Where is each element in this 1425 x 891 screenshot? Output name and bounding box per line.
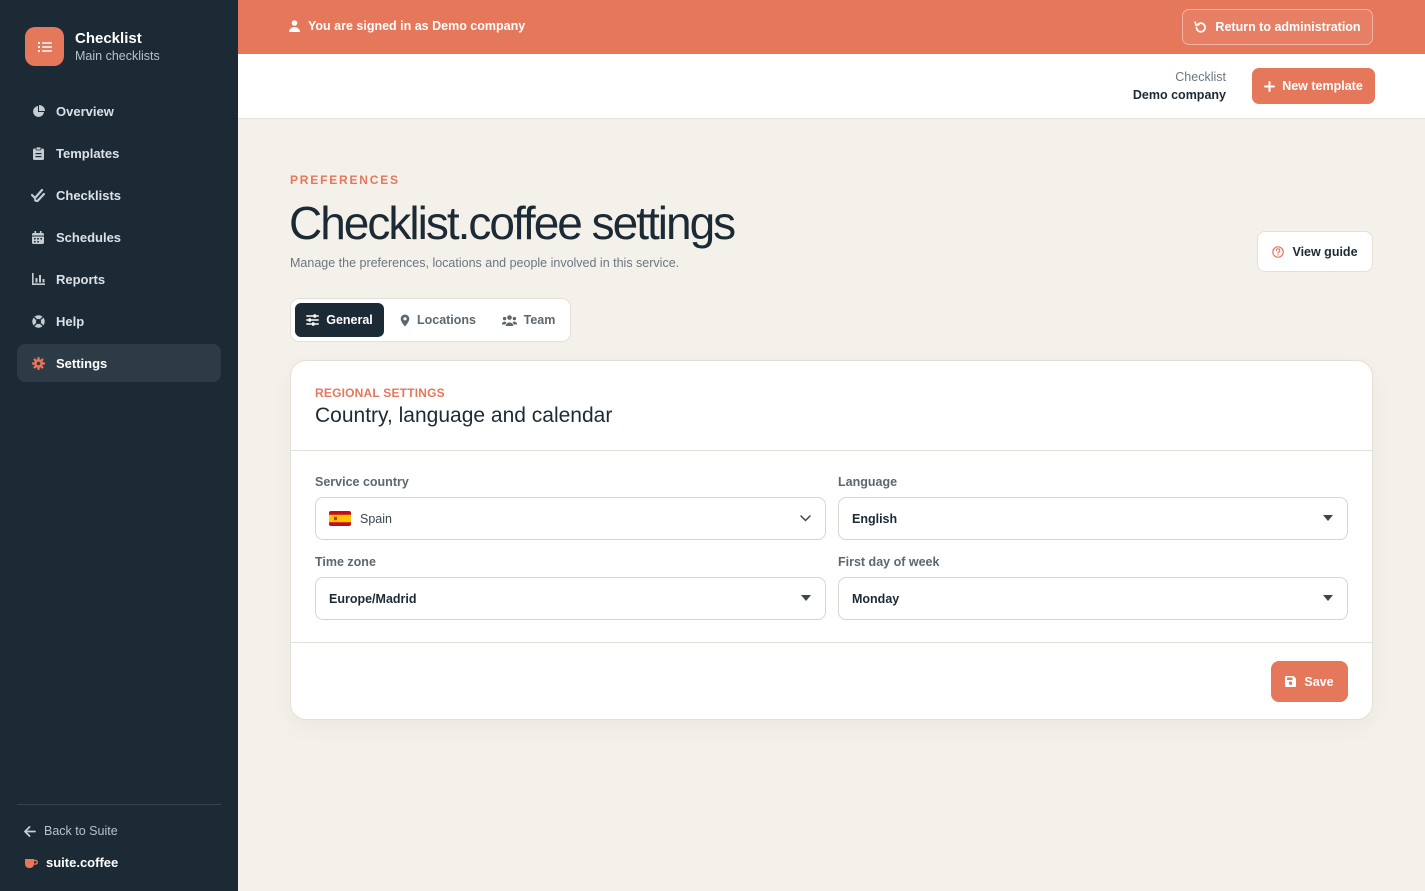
sidebar-item-checklists[interactable]: Checklists <box>17 176 221 214</box>
sidebar-item-help[interactable]: Help <box>17 302 221 340</box>
list-icon <box>25 27 64 66</box>
caret-down-icon <box>1323 595 1333 601</box>
bar-chart-icon <box>31 272 45 286</box>
coffee-cup-icon <box>25 858 38 868</box>
map-pin-icon <box>400 314 410 326</box>
tab-label: Team <box>523 313 556 327</box>
save-label: Save <box>1304 674 1334 689</box>
impersonation-banner: You are signed in as Demo company Return… <box>238 0 1425 54</box>
suite-brand-label: suite.coffee <box>46 855 119 870</box>
top-header: Checklist Demo company New template <box>238 54 1425 119</box>
undo-icon <box>1194 20 1207 33</box>
regional-settings-card: REGIONAL SETTINGS Country, language and … <box>290 360 1373 720</box>
first-day-select[interactable]: Monday <box>838 577 1348 620</box>
card-title: Country, language and calendar <box>315 404 613 427</box>
banner-text: You are signed in as Demo company <box>308 19 526 33</box>
sidebar-item-label: Reports <box>56 271 106 287</box>
sidebar-item-settings[interactable]: Settings <box>17 344 221 382</box>
tab-label: General <box>326 313 373 327</box>
clipboard-icon <box>31 146 45 160</box>
sidebar-item-templates[interactable]: Templates <box>17 134 221 172</box>
sidebar-item-label: Templates <box>56 145 120 161</box>
context-company: Demo company <box>1132 88 1226 102</box>
floppy-disk-icon <box>1285 676 1297 687</box>
plus-icon <box>1264 80 1276 92</box>
page-title: Checklist.coffee settings <box>289 197 736 249</box>
tab-locations[interactable]: Locations <box>387 303 489 337</box>
sidebar-item-overview[interactable]: Overview <box>17 92 221 130</box>
tab-general[interactable]: General <box>295 303 384 337</box>
time-zone-value: Europe/Madrid <box>329 591 417 606</box>
time-zone-label: Time zone <box>315 555 376 569</box>
time-zone-select[interactable]: Europe/Madrid <box>315 577 826 620</box>
sidebar-divider <box>17 804 221 805</box>
service-country-label: Service country <box>315 475 409 489</box>
calendar-icon <box>31 230 45 244</box>
arrow-left-icon <box>24 825 36 837</box>
caret-down-icon <box>801 595 811 601</box>
view-guide-label: View guide <box>1292 244 1358 259</box>
card-eyebrow: REGIONAL SETTINGS <box>315 386 445 400</box>
card-header: REGIONAL SETTINGS Country, language and … <box>291 361 1372 451</box>
caret-down-icon <box>1323 515 1333 521</box>
question-circle-icon <box>1272 245 1285 258</box>
banner-message: You are signed in as Demo company <box>289 19 525 33</box>
chevron-down-icon <box>800 515 811 522</box>
tab-team[interactable]: Team <box>492 303 565 337</box>
life-ring-icon <box>31 314 45 328</box>
context-switcher[interactable]: Checklist Demo company <box>1133 69 1226 104</box>
tab-label: Locations <box>416 313 477 327</box>
sidebar-item-reports[interactable]: Reports <box>17 260 221 298</box>
back-to-suite-link[interactable]: Back to Suite <box>24 824 118 838</box>
sidebar-item-label: Help <box>56 313 85 329</box>
page-subtitle: Manage the preferences, locations and pe… <box>290 256 680 270</box>
settings-tabs: General Locations Team <box>290 298 571 342</box>
return-to-administration-button[interactable]: Return to administration <box>1182 9 1373 45</box>
brand-title: Checklist <box>75 29 142 47</box>
new-template-label: New template <box>1282 79 1363 93</box>
back-to-suite-label: Back to Suite <box>44 824 118 838</box>
suite-brand[interactable]: suite.coffee <box>24 855 118 870</box>
page-eyebrow: PREFERENCES <box>290 173 400 187</box>
gear-icon <box>31 356 45 370</box>
view-guide-button[interactable]: View guide <box>1257 231 1373 272</box>
card-footer-divider <box>291 642 1372 643</box>
users-icon <box>501 314 517 326</box>
sliders-icon <box>306 314 320 326</box>
sidebar-nav: Overview Templates Checklists Schedules … <box>17 92 221 386</box>
brand-subtitle: Main checklists <box>75 48 160 63</box>
sidebar-item-label: Checklists <box>56 187 122 203</box>
user-icon <box>289 20 300 32</box>
service-country-value: Spain <box>360 511 392 526</box>
context-app: Checklist <box>1175 70 1226 84</box>
new-template-button[interactable]: New template <box>1252 68 1375 104</box>
sidebar-item-label: Overview <box>56 103 114 119</box>
spain-flag-icon <box>329 511 351 526</box>
save-button[interactable]: Save <box>1271 661 1348 702</box>
service-country-select[interactable]: Spain <box>315 497 826 540</box>
double-check-icon <box>31 188 45 202</box>
pie-chart-icon <box>31 104 45 118</box>
sidebar-item-schedules[interactable]: Schedules <box>17 218 221 256</box>
sidebar-item-label: Schedules <box>56 229 122 245</box>
sidebar-item-label: Settings <box>56 355 108 371</box>
language-value: English <box>852 511 898 526</box>
brand[interactable]: Checklist Main checklists <box>25 27 160 66</box>
first-day-label: First day of week <box>838 555 940 569</box>
return-label: Return to administration <box>1215 20 1361 34</box>
first-day-value: Monday <box>852 591 900 606</box>
language-label: Language <box>838 475 898 489</box>
sidebar: Checklist Main checklists Overview Templ… <box>0 0 238 891</box>
language-select[interactable]: English <box>838 497 1348 540</box>
